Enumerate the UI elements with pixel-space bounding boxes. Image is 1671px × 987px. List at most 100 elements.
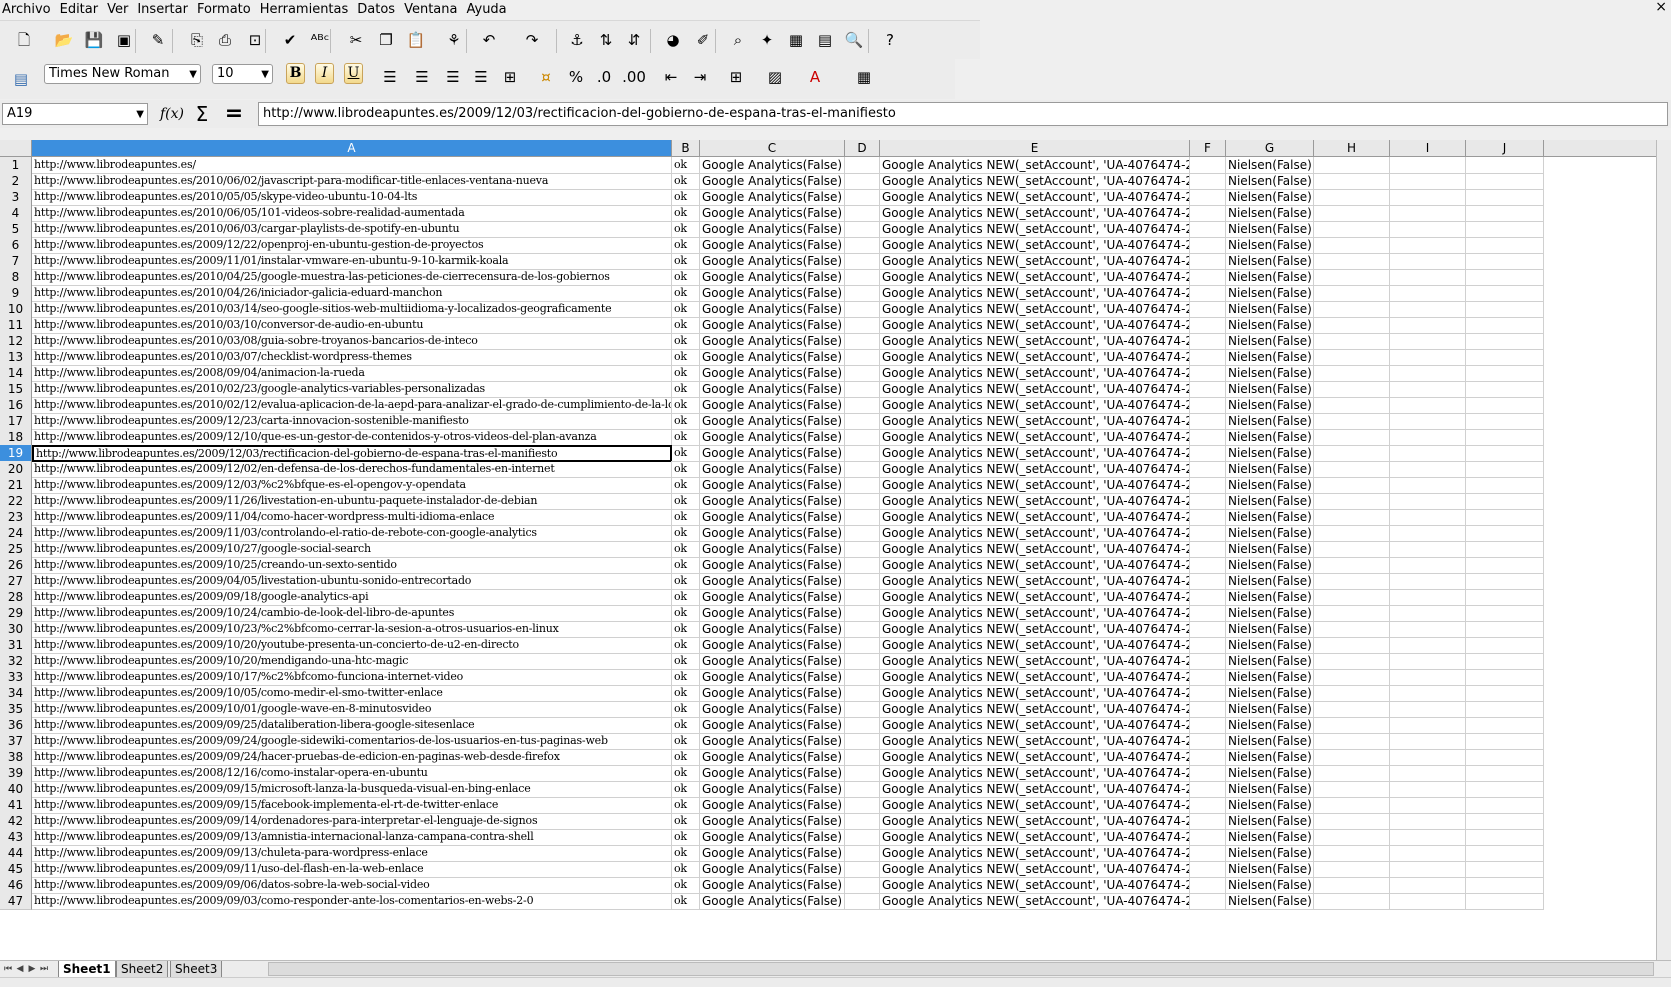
gallery-icon[interactable]: ▦ [784, 28, 808, 52]
cell-h[interactable] [1314, 269, 1390, 286]
row-header[interactable]: 6 [0, 237, 32, 254]
cell-g[interactable]: Nielsen(False) [1226, 205, 1314, 222]
edit-icon[interactable]: ✎ [146, 28, 170, 52]
cell-j[interactable] [1466, 637, 1544, 654]
align-left-icon[interactable]: ☰ [378, 65, 402, 89]
background-color-icon[interactable]: ▨ [763, 65, 787, 89]
prev-sheet-icon[interactable]: ◀ [14, 962, 26, 976]
cell-c[interactable]: Google Analytics(False) [700, 253, 845, 270]
cell-a[interactable]: http://www.librodeapuntes.es/2009/12/22/… [32, 237, 672, 254]
cell-g[interactable]: Nielsen(False) [1226, 477, 1314, 494]
cell-a[interactable]: http://www.librodeapuntes.es/2009/10/17/… [32, 669, 672, 686]
cell-i[interactable] [1390, 237, 1466, 254]
cell-b[interactable]: ok [672, 173, 700, 190]
cell-g[interactable]: Nielsen(False) [1226, 253, 1314, 270]
sort-descending-icon[interactable]: ⇵ [622, 28, 646, 52]
cell-d[interactable] [845, 653, 880, 670]
cell-d[interactable] [845, 861, 880, 878]
menu-formato[interactable]: Formato [195, 0, 258, 20]
font-size-select[interactable]: 10 ▼ [212, 64, 273, 84]
cell-j[interactable] [1466, 605, 1544, 622]
cell-e[interactable]: Google Analytics NEW(_setAccount', 'UA-4… [880, 797, 1190, 814]
cell-g[interactable]: Nielsen(False) [1226, 365, 1314, 382]
cell-e[interactable]: Google Analytics NEW(_setAccount', 'UA-4… [880, 781, 1190, 798]
cell-h[interactable] [1314, 285, 1390, 302]
cell-c[interactable]: Google Analytics(False) [700, 701, 845, 718]
cell-e[interactable]: Google Analytics NEW(_setAccount', 'UA-4… [880, 813, 1190, 830]
cell-e[interactable]: Google Analytics NEW(_setAccount', 'UA-4… [880, 413, 1190, 430]
cell-f[interactable] [1190, 333, 1226, 350]
cell-h[interactable] [1314, 781, 1390, 798]
cell-a[interactable]: http://www.librodeapuntes.es/2010/03/10/… [32, 317, 672, 334]
cell-j[interactable] [1466, 541, 1544, 558]
cell-h[interactable] [1314, 493, 1390, 510]
cell-d[interactable] [845, 365, 880, 382]
cell-i[interactable] [1390, 317, 1466, 334]
bold-button[interactable]: B [286, 63, 305, 84]
cell-c[interactable]: Google Analytics(False) [700, 605, 845, 622]
chart-icon[interactable]: ◕ [661, 28, 685, 52]
cell-g[interactable]: Nielsen(False) [1226, 781, 1314, 798]
cell-j[interactable] [1466, 205, 1544, 222]
cell-a[interactable]: http://www.librodeapuntes.es/2009/09/03/… [32, 893, 672, 910]
cell-i[interactable] [1390, 205, 1466, 222]
menu-ayuda[interactable]: Ayuda [464, 0, 513, 20]
cell-i[interactable] [1390, 749, 1466, 766]
cell-a[interactable]: http://www.librodeapuntes.es/2009/10/24/… [32, 605, 672, 622]
cell-d[interactable] [845, 589, 880, 606]
cell-e[interactable]: Google Analytics NEW(_setAccount', 'UA-4… [880, 893, 1190, 910]
cell-a[interactable]: http://www.librodeapuntes.es/2009/09/18/… [32, 589, 672, 606]
row-header[interactable]: 31 [0, 637, 32, 654]
cell-c[interactable]: Google Analytics(False) [700, 557, 845, 574]
cell-a[interactable]: http://www.librodeapuntes.es/2009/09/06/… [32, 877, 672, 894]
cell-e[interactable]: Google Analytics NEW(_setAccount', 'UA-4… [880, 861, 1190, 878]
undo-icon[interactable]: ↶ [477, 28, 501, 52]
cell-f[interactable] [1190, 845, 1226, 862]
cell-j[interactable] [1466, 525, 1544, 542]
cell-j[interactable] [1466, 397, 1544, 414]
cell-f[interactable] [1190, 893, 1226, 910]
cell-e[interactable]: Google Analytics NEW(_setAccount', 'UA-4… [880, 573, 1190, 590]
cell-c[interactable]: Google Analytics(False) [700, 861, 845, 878]
cell-b[interactable]: ok [672, 397, 700, 414]
cell-i[interactable] [1390, 733, 1466, 750]
row-header[interactable]: 34 [0, 685, 32, 702]
cell-a[interactable]: http://www.librodeapuntes.es/2009/10/23/… [32, 621, 672, 638]
row-header[interactable]: 26 [0, 557, 32, 574]
align-right-icon[interactable]: ☰ [441, 65, 465, 89]
cell-h[interactable] [1314, 717, 1390, 734]
row-header[interactable]: 22 [0, 493, 32, 510]
zoom-icon[interactable]: 🔍 [842, 28, 866, 52]
row-header[interactable]: 4 [0, 205, 32, 222]
last-sheet-icon[interactable]: ⏭ [38, 962, 50, 976]
cell-c[interactable]: Google Analytics(False) [700, 301, 845, 318]
cell-h[interactable] [1314, 221, 1390, 238]
cell-b[interactable]: ok [672, 877, 700, 894]
cell-f[interactable] [1190, 733, 1226, 750]
sheet-tab-2[interactable]: Sheet2 [116, 961, 169, 978]
cell-j[interactable] [1466, 301, 1544, 318]
row-header[interactable]: 28 [0, 589, 32, 606]
cell-i[interactable] [1390, 829, 1466, 846]
cell-h[interactable] [1314, 461, 1390, 478]
close-icon[interactable]: × [1655, 0, 1667, 14]
cell-e[interactable]: Google Analytics NEW(_setAccount', 'UA-4… [880, 429, 1190, 446]
cell-j[interactable] [1466, 813, 1544, 830]
cell-a[interactable]: http://www.librodeapuntes.es/2009/11/03/… [32, 525, 672, 542]
increase-indent-icon[interactable]: ⇥ [688, 65, 712, 89]
row-header[interactable]: 9 [0, 285, 32, 302]
row-header[interactable]: 3 [0, 189, 32, 206]
cell-h[interactable] [1314, 749, 1390, 766]
row-header[interactable]: 38 [0, 749, 32, 766]
cell-c[interactable]: Google Analytics(False) [700, 381, 845, 398]
cell-f[interactable] [1190, 413, 1226, 430]
cell-a[interactable]: http://www.librodeapuntes.es/2009/12/03/… [32, 445, 672, 462]
cell-c[interactable]: Google Analytics(False) [700, 525, 845, 542]
cell-h[interactable] [1314, 317, 1390, 334]
cell-j[interactable] [1466, 461, 1544, 478]
cell-b[interactable]: ok [672, 333, 700, 350]
cell-g[interactable]: Nielsen(False) [1226, 397, 1314, 414]
print-icon[interactable]: ⎙ [213, 28, 237, 52]
cell-a[interactable]: http://www.librodeapuntes.es/2009/09/14/… [32, 813, 672, 830]
cell-i[interactable] [1390, 381, 1466, 398]
